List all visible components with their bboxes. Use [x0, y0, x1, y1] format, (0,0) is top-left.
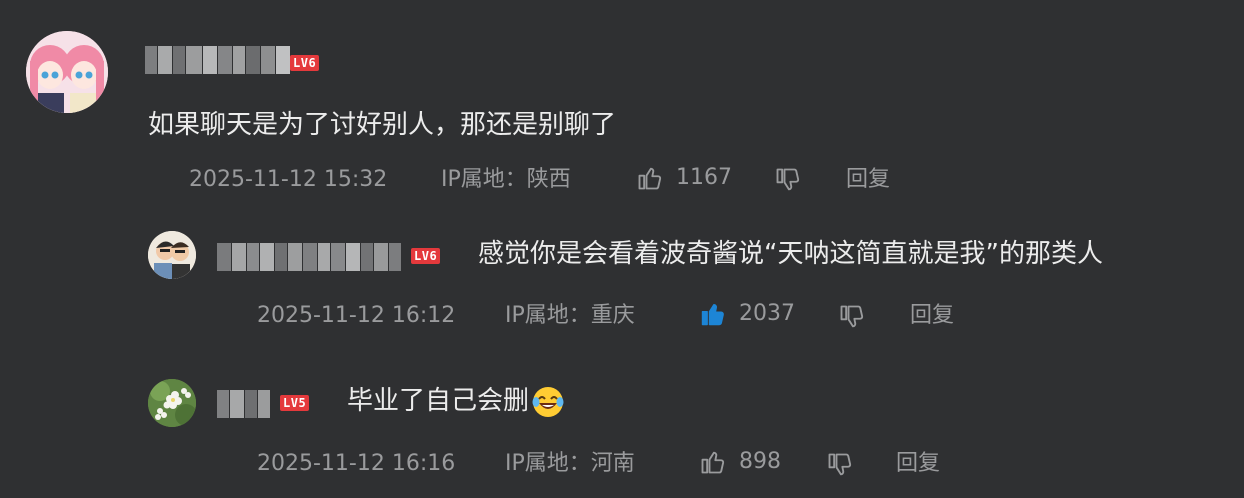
thumb-up-icon[interactable] [636, 164, 664, 192]
reply-button[interactable]: 回复 [846, 166, 890, 194]
ip-location: IP属地：陕西 [441, 167, 571, 192]
comment-text: 如果聊天是为了讨好别人，那还是别聊了 [148, 110, 617, 140]
comment-1: LV6 如果聊天是为了讨好别人，那还是别聊了 2025-11-12 15:32 … [0, 0, 1244, 498]
thumb-down-icon[interactable] [774, 166, 802, 194]
level-badge: LV6 [290, 55, 320, 71]
comment-time: 2025-11-12 15:32 [189, 167, 388, 192]
avatar-image [26, 31, 108, 113]
username-masked[interactable] [145, 46, 291, 74]
like-count: 1167 [676, 165, 732, 190]
avatar[interactable] [26, 31, 108, 113]
